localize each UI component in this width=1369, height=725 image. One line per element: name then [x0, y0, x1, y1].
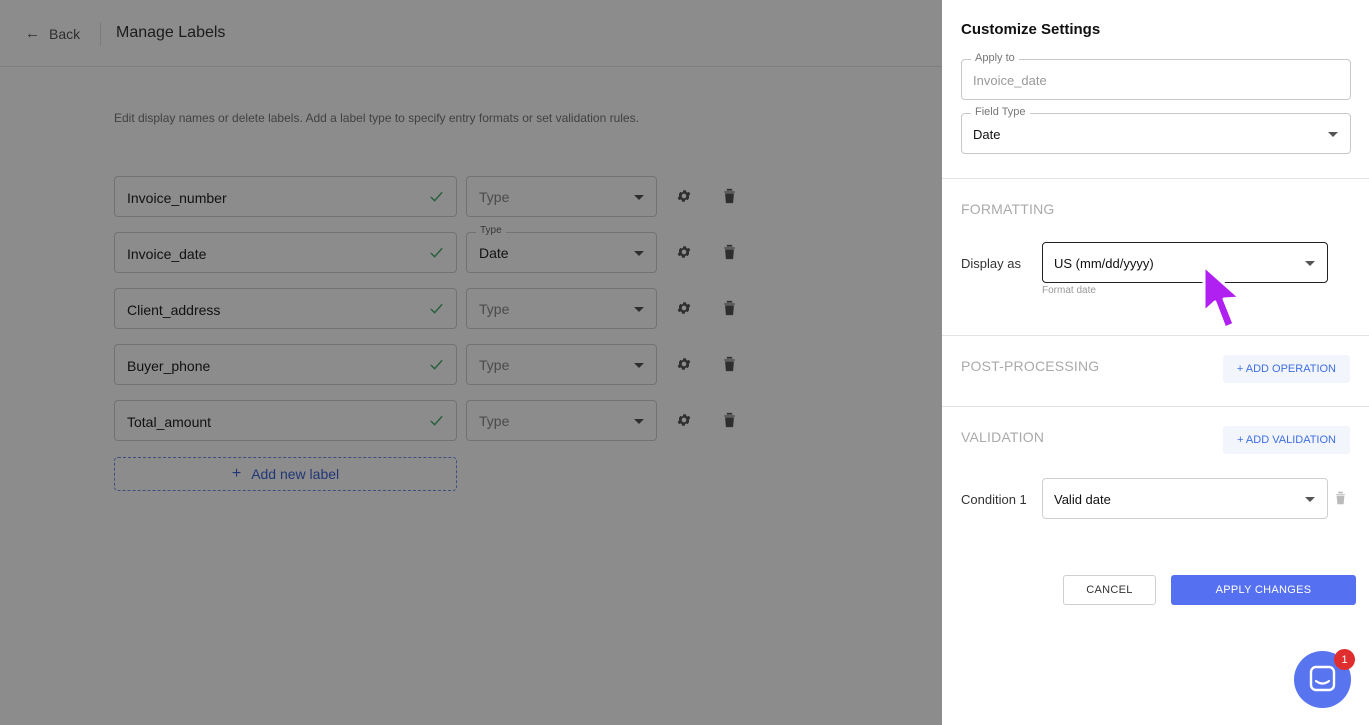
check-icon: [430, 303, 443, 314]
label-row-invoice-date: Invoice_date Type Date: [114, 225, 754, 273]
back-button[interactable]: ← Back: [25, 25, 80, 42]
divider: [942, 406, 1369, 407]
plus-icon: +: [231, 465, 242, 482]
apply-to-legend: Apply to: [971, 52, 1019, 64]
add-label-text: Add new label: [251, 466, 340, 482]
display-format-select[interactable]: US (mm/dd/yyyy): [1042, 242, 1328, 283]
label-name-input[interactable]: Invoice_date: [114, 232, 457, 273]
divider: [942, 178, 1369, 179]
apply-changes-button[interactable]: APPLY CHANGES: [1171, 575, 1356, 605]
label-row-invoice-number: Invoice_number Type: [114, 176, 754, 217]
gear-icon[interactable]: [676, 300, 692, 316]
apply-to-value: Invoice_date: [973, 73, 1047, 88]
trash-icon[interactable]: [723, 300, 736, 316]
arrow-left-icon: ←: [25, 25, 40, 42]
notification-badge: 1: [1334, 649, 1355, 670]
trash-icon[interactable]: [723, 188, 736, 204]
label-type-value: Type: [479, 301, 510, 317]
gear-icon[interactable]: [676, 244, 692, 260]
label-name-value: Invoice_number: [127, 190, 227, 206]
label-name-input[interactable]: Total_amount: [114, 400, 457, 441]
check-icon: [430, 359, 443, 370]
add-validation-button[interactable]: + ADD VALIDATION: [1223, 426, 1350, 454]
label-type-select[interactable]: Type: [466, 176, 657, 217]
label-name-value: Client_address: [127, 302, 221, 318]
label-name-input[interactable]: Client_address: [114, 288, 457, 329]
divider: [942, 335, 1369, 336]
label-type-value: Date: [479, 245, 509, 261]
condition-value: Valid date: [1054, 492, 1111, 507]
check-icon: [430, 191, 443, 202]
caret-down-icon: [1305, 497, 1315, 502]
post-processing-heading: POST-PROCESSING: [961, 358, 1100, 374]
label-name-input[interactable]: Invoice_number: [114, 176, 457, 217]
condition-select[interactable]: Valid date: [1042, 478, 1328, 519]
display-format-value: US (mm/dd/yyyy): [1054, 256, 1154, 271]
caret-down-icon: [1305, 261, 1315, 266]
gear-icon[interactable]: [676, 356, 692, 372]
label-type-select[interactable]: Type: [466, 344, 657, 385]
field-type-select[interactable]: Field Type Date: [961, 106, 1351, 154]
caret-down-icon: [634, 363, 644, 368]
back-label: Back: [49, 25, 81, 42]
label-name-value: Invoice_date: [127, 246, 207, 262]
label-type-value: Type: [479, 413, 510, 429]
cancel-button[interactable]: CANCEL: [1063, 575, 1156, 605]
label-type-select[interactable]: Type: [466, 288, 657, 329]
label-type-value: Type: [479, 357, 510, 373]
display-as-label: Display as: [961, 256, 1021, 271]
label-name-input[interactable]: Buyer_phone: [114, 344, 457, 385]
trash-icon[interactable]: [723, 356, 736, 372]
main-content: ← Back Manage Labels Edit display names …: [0, 0, 942, 725]
check-icon: [430, 247, 443, 258]
caret-down-icon: [634, 307, 644, 312]
label-type-select[interactable]: Type Date: [466, 225, 657, 273]
label-name-value: Total_amount: [127, 414, 212, 430]
caret-down-icon: [634, 195, 644, 200]
gear-icon[interactable]: [676, 188, 692, 204]
drawer-title: Customize Settings: [961, 21, 1101, 38]
label-row-client-address: Client_address Type: [114, 288, 754, 329]
label-row-buyer-phone: Buyer_phone Type: [114, 344, 754, 385]
type-float-label: Type: [476, 225, 506, 236]
gear-icon[interactable]: [676, 412, 692, 428]
condition-label: Condition 1: [961, 492, 1027, 507]
customize-settings-drawer: Customize Settings Apply to Invoice_date…: [942, 0, 1369, 725]
label-row-total-amount: Total_amount Type: [114, 400, 754, 441]
check-icon: [430, 415, 443, 426]
field-type-legend: Field Type: [971, 106, 1030, 118]
field-type-value: Date: [973, 127, 1001, 142]
divider: [100, 22, 101, 46]
label-type-value: Type: [479, 189, 510, 205]
trash-icon[interactable]: [723, 412, 736, 428]
validation-heading: VALIDATION: [961, 429, 1045, 445]
page-title: Manage Labels: [116, 24, 226, 41]
caret-down-icon: [1328, 132, 1338, 137]
label-type-select[interactable]: Type: [466, 400, 657, 441]
top-bar: ← Back Manage Labels: [0, 0, 942, 67]
apply-to-field: Apply to Invoice_date: [961, 52, 1351, 100]
label-name-value: Buyer_phone: [127, 358, 211, 374]
format-helper-text: Format date: [1042, 285, 1096, 296]
add-new-label-button[interactable]: + Add new label: [114, 457, 457, 491]
formatting-heading: FORMATTING: [961, 201, 1055, 217]
trash-icon[interactable]: [1335, 491, 1346, 505]
trash-icon[interactable]: [723, 244, 736, 260]
caret-down-icon: [634, 251, 644, 256]
add-operation-button[interactable]: + ADD OPERATION: [1222, 355, 1350, 383]
caret-down-icon: [634, 419, 644, 424]
help-text: Edit display names or delete labels. Add…: [114, 111, 639, 125]
